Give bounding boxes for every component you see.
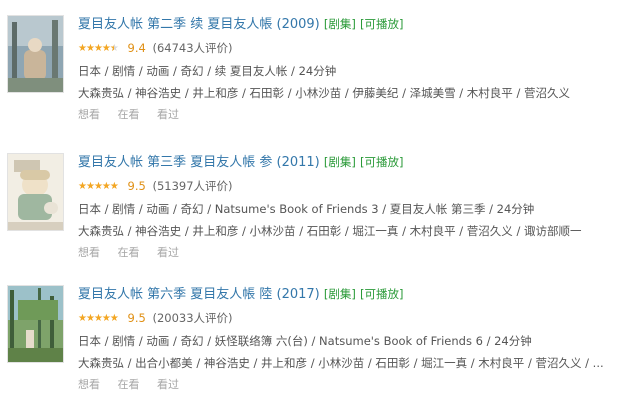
cast-list: 大森贵弘 / 神谷浩史 / 井上和彦 / 小林沙苗 / 石田彰 / 堀江一真 /…: [78, 224, 582, 238]
series-tag[interactable]: [剧集]: [324, 155, 356, 169]
playable-tag[interactable]: [可播放]: [360, 155, 403, 169]
watched-button[interactable]: 看过: [157, 108, 179, 121]
poster-image[interactable]: [7, 153, 64, 231]
series-tag[interactable]: [剧集]: [324, 287, 356, 301]
star-icon: ★: [109, 180, 119, 192]
want-to-watch-button[interactable]: 想看: [78, 378, 100, 391]
watching-button[interactable]: 在看: [118, 108, 140, 121]
title-line: 夏目友人帐 第二季 续 夏目友人帳 (2009) [剧集] [可播放]: [78, 12, 632, 36]
result-item: 夏目友人帐 第六季 夏目友人帳 陸 (2017) [剧集] [可播放] ★ ★ …: [0, 282, 640, 402]
want-to-watch-button[interactable]: 想看: [78, 108, 100, 121]
result-item: 夏目友人帐 第二季 续 夏目友人帳 (2009) [剧集] [可播放] ★ ★ …: [0, 12, 640, 132]
cast-list: 大森贵弘 / 神谷浩史 / 井上和彦 / 石田彰 / 小林沙苗 / 伊藤美纪 /…: [78, 86, 570, 100]
watching-button[interactable]: 在看: [118, 378, 140, 391]
rating-count: (51397人评价): [152, 179, 233, 193]
action-row: 想看 在看 看过: [78, 374, 632, 396]
watched-button[interactable]: 看过: [157, 378, 179, 391]
series-tag[interactable]: [剧集]: [324, 17, 356, 31]
playable-tag[interactable]: [可播放]: [360, 17, 403, 31]
rating-count: (20033人评价): [152, 311, 233, 325]
rating-score: 9.5: [127, 311, 146, 325]
star-rating-icon: ★ ★ ★ ★ ★: [78, 43, 119, 54]
result-item: 夏目友人帐 第三季 夏目友人帳 参 (2011) [剧集] [可播放] ★ ★ …: [0, 150, 640, 270]
title-link[interactable]: 夏目友人帐 第二季 续 夏目友人帳 (2009): [78, 17, 320, 32]
poster-image[interactable]: [7, 15, 64, 93]
meta-info: 日本 / 剧情 / 动画 / 奇幻 / Natsume's Book of Fr…: [78, 202, 535, 216]
meta-info: 日本 / 剧情 / 动画 / 奇幻 / 妖怪联络簿 六(台) / Natsume…: [78, 334, 532, 348]
star-rating-icon: ★ ★ ★ ★ ★: [78, 312, 119, 324]
rating-count: (64743人评价): [152, 41, 233, 55]
poster-image[interactable]: [7, 285, 64, 363]
title-line: 夏目友人帐 第三季 夏目友人帳 参 (2011) [剧集] [可播放]: [78, 150, 632, 174]
cast-list: 大森贵弘 / 出合小都美 / 神谷浩史 / 井上和彦 / 小林沙苗 / 石田彰 …: [78, 356, 604, 370]
watched-button[interactable]: 看过: [157, 246, 179, 259]
meta-info: 日本 / 剧情 / 动画 / 奇幻 / 续 夏目友人帐 / 24分钟: [78, 64, 337, 78]
rating-line: ★ ★ ★ ★ ★ 9.5 (51397人评价): [78, 174, 632, 198]
title-link[interactable]: 夏目友人帐 第六季 夏目友人帳 陸 (2017): [78, 287, 320, 302]
title-line: 夏目友人帐 第六季 夏目友人帳 陸 (2017) [剧集] [可播放]: [78, 282, 632, 306]
want-to-watch-button[interactable]: 想看: [78, 246, 100, 259]
star-rating-icon: ★ ★ ★ ★ ★: [78, 180, 119, 192]
rating-line: ★ ★ ★ ★ ★ 9.5 (20033人评价): [78, 306, 632, 330]
title-link[interactable]: 夏目友人帐 第三季 夏目友人帳 参 (2011): [78, 155, 320, 170]
action-row: 想看 在看 看过: [78, 104, 632, 126]
watching-button[interactable]: 在看: [118, 246, 140, 259]
star-icon: ★: [109, 312, 119, 324]
half-star-icon: ★: [110, 43, 119, 54]
rating-score: 9.5: [127, 179, 146, 193]
rating-score: 9.4: [127, 41, 146, 55]
action-row: 想看 在看 看过: [78, 242, 632, 264]
rating-line: ★ ★ ★ ★ ★ 9.4 (64743人评价): [78, 36, 632, 60]
playable-tag[interactable]: [可播放]: [360, 287, 403, 301]
